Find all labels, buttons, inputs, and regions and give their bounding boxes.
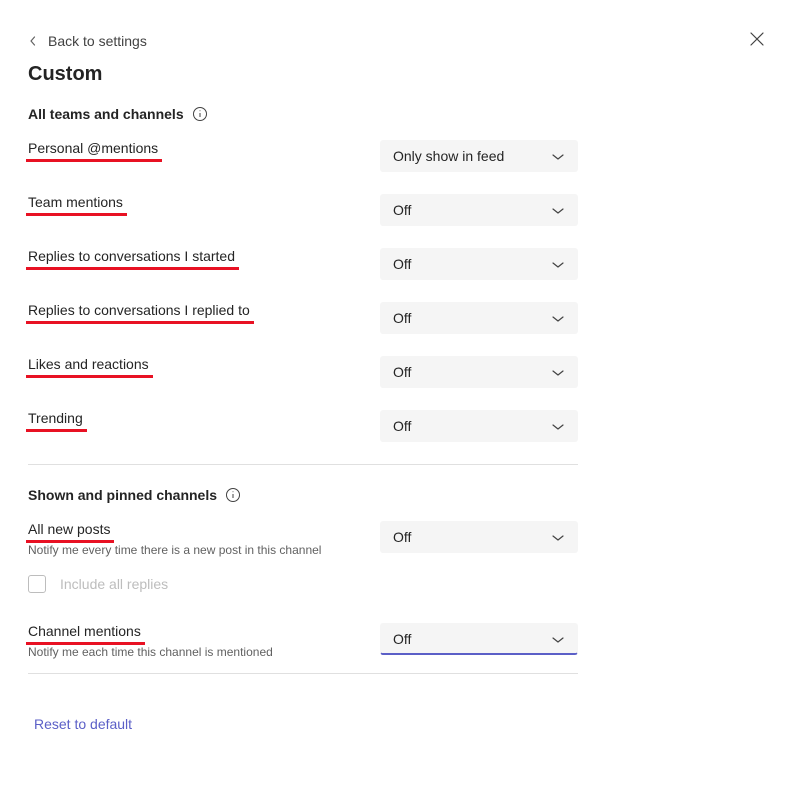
- select-value: Off: [393, 310, 411, 326]
- select-channel-mentions[interactable]: Off: [380, 623, 578, 655]
- reset-to-default-link[interactable]: Reset to default: [28, 716, 132, 732]
- chevron-down-icon: [551, 364, 565, 380]
- select-value: Only show in feed: [393, 148, 504, 164]
- select-value: Off: [393, 256, 411, 272]
- close-icon: [750, 33, 764, 49]
- back-label: Back to settings: [48, 33, 147, 49]
- select-value: Off: [393, 418, 411, 434]
- select-value: Off: [393, 529, 411, 545]
- select-team-mentions[interactable]: Off: [380, 194, 578, 226]
- label-all-new-posts: All new posts: [28, 521, 110, 539]
- label-team-mentions: Team mentions: [28, 194, 123, 212]
- chevron-down-icon: [551, 529, 565, 545]
- info-icon[interactable]: [192, 106, 208, 122]
- chevron-down-icon: [551, 418, 565, 434]
- chevron-down-icon: [551, 148, 565, 164]
- back-to-settings-link[interactable]: Back to settings: [28, 33, 147, 49]
- label-replies-replied: Replies to conversations I replied to: [28, 302, 250, 320]
- label-channel-mentions: Channel mentions: [28, 623, 141, 641]
- include-all-replies-label: Include all replies: [60, 576, 168, 592]
- section-shown-pinned-header: Shown and pinned channels: [28, 487, 217, 503]
- divider: [28, 673, 578, 674]
- select-value: Off: [393, 364, 411, 380]
- select-trending[interactable]: Off: [380, 410, 578, 442]
- select-value: Off: [393, 631, 411, 647]
- label-trending: Trending: [28, 410, 83, 428]
- include-all-replies-checkbox[interactable]: [28, 575, 46, 593]
- select-likes-reactions[interactable]: Off: [380, 356, 578, 388]
- close-button[interactable]: [746, 28, 768, 53]
- divider: [28, 464, 578, 465]
- select-all-new-posts[interactable]: Off: [380, 521, 578, 553]
- info-icon[interactable]: [225, 487, 241, 503]
- chevron-left-icon: [28, 33, 38, 49]
- chevron-down-icon: [551, 202, 565, 218]
- sub-all-new-posts: Notify me every time there is a new post…: [28, 543, 380, 557]
- chevron-down-icon: [551, 256, 565, 272]
- chevron-down-icon: [551, 310, 565, 326]
- label-personal-mentions: Personal @mentions: [28, 140, 158, 158]
- select-replies-started[interactable]: Off: [380, 248, 578, 280]
- select-personal-mentions[interactable]: Only show in feed: [380, 140, 578, 172]
- select-replies-replied[interactable]: Off: [380, 302, 578, 334]
- page-title: Custom: [28, 63, 768, 86]
- sub-channel-mentions: Notify me each time this channel is ment…: [28, 645, 380, 659]
- select-value: Off: [393, 202, 411, 218]
- label-replies-started: Replies to conversations I started: [28, 248, 235, 266]
- label-likes-reactions: Likes and reactions: [28, 356, 149, 374]
- chevron-down-icon: [551, 631, 565, 647]
- section-all-teams-header: All teams and channels: [28, 106, 184, 122]
